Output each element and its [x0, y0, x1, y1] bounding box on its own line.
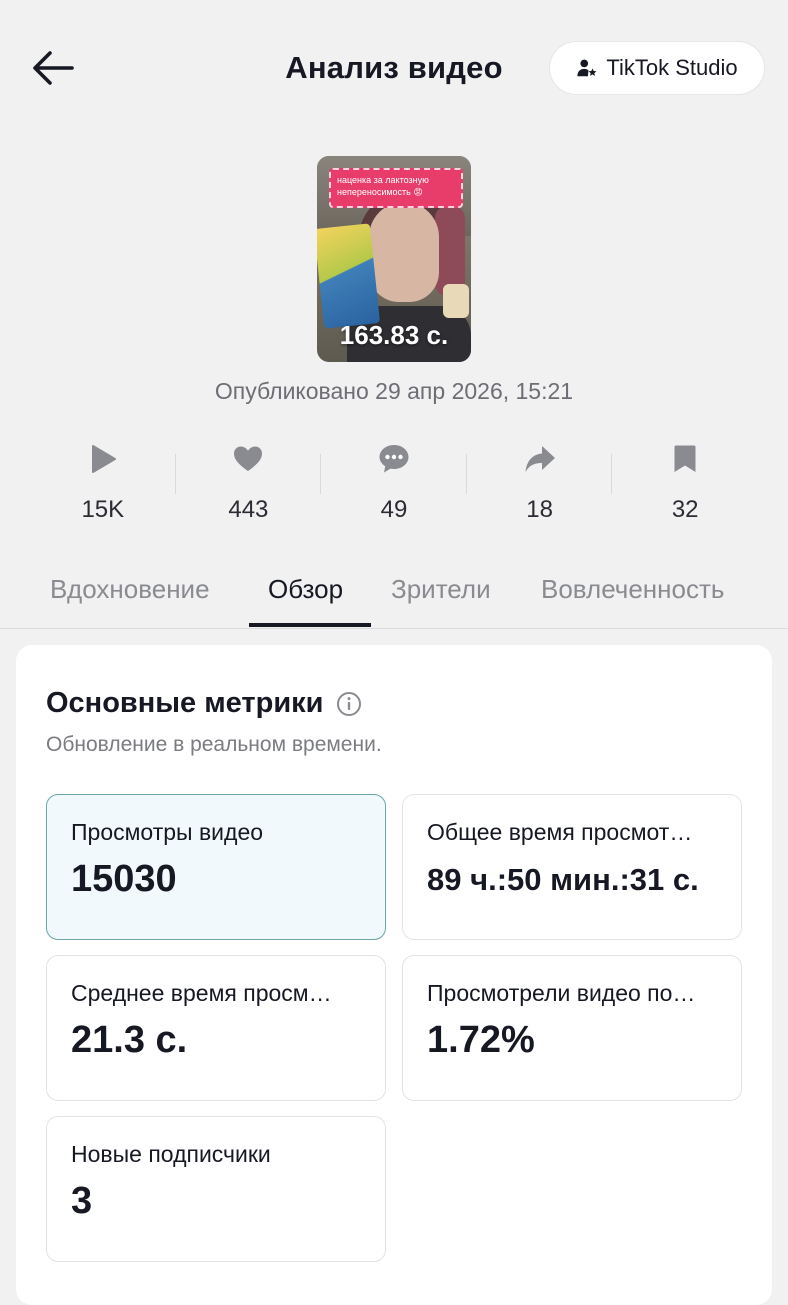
stats-row: 15K 443 49 18 32 [30, 438, 758, 528]
header: Анализ видео TikTok Studio [0, 0, 788, 136]
metric-video-views[interactable]: Просмотры видео 15030 [46, 794, 386, 940]
stat-value: 32 [671, 496, 699, 523]
metric-value: 21.3 с. [71, 1019, 188, 1061]
metric-new-followers[interactable]: Новые подписчики 3 [46, 1116, 386, 1262]
section-subtitle: Обновление в реальном времени. [46, 733, 382, 756]
metric-label: Просмотры видео [71, 819, 264, 845]
bookmark-icon [674, 445, 696, 472]
user-star-icon [577, 59, 597, 77]
stat-shares: 18 [467, 438, 613, 528]
metric-label: Просмотрели видео по… [427, 980, 696, 1006]
stat-comments: 49 [321, 438, 467, 528]
metric-average-watch-time[interactable]: Среднее время просм… 21.3 с. [46, 955, 386, 1101]
stat-saves: 32 [612, 438, 758, 528]
metric-watched-full-video[interactable]: Просмотрели видео по… 1.72% [402, 955, 742, 1101]
tab-inspiration[interactable]: Вдохновение [50, 574, 210, 605]
tiktok-studio-button[interactable]: TikTok Studio [550, 42, 764, 94]
section-title-text: Основные метрики [46, 687, 324, 719]
stat-views: 15K [30, 438, 176, 528]
thumbnail-caption: наценка за лактозную непереносимость 😡 [329, 168, 463, 208]
stat-value: 18 [526, 496, 553, 523]
tab-overview[interactable]: Обзор [268, 574, 343, 605]
metric-label: Общее время просмот… [427, 819, 693, 845]
video-thumbnail[interactable]: наценка за лактозную непереносимость 😡 1… [317, 156, 471, 362]
comment-icon [379, 445, 409, 473]
stat-value: 49 [380, 496, 408, 523]
play-icon [91, 445, 116, 473]
tab-viewers[interactable]: Зрители [391, 574, 491, 605]
tiktok-studio-label: TikTok Studio [606, 55, 738, 80]
metric-value: 1.72% [427, 1019, 535, 1061]
metric-value: 3 [71, 1180, 93, 1222]
info-icon[interactable] [336, 691, 362, 717]
stat-likes: 443 [176, 438, 322, 528]
metric-value: 15030 [71, 858, 177, 900]
product-pack-image [317, 223, 381, 329]
section-title: Основные метрики [46, 687, 362, 720]
tab-engagement[interactable]: Вовлеченность [541, 574, 724, 605]
video-duration: 163.83 с. [339, 320, 449, 350]
heart-icon [234, 446, 263, 471]
metric-value: 89 ч.:50 мин.:31 с. [427, 862, 699, 897]
stat-value: 15K [81, 496, 125, 523]
metric-label: Среднее время просм… [71, 980, 332, 1006]
published-date: Опубликовано 29 апр 2026, 15:21 [214, 378, 574, 404]
stat-value: 443 [228, 496, 269, 523]
active-tab-indicator [249, 623, 371, 627]
key-metrics-card: Основные метрики Обновление в реальном в… [16, 645, 772, 1305]
metric-total-watch-time[interactable]: Общее время просмот… 89 ч.:50 мин.:31 с. [402, 794, 742, 940]
metric-label: Новые подписчики [71, 1141, 271, 1167]
share-icon [525, 446, 555, 472]
tab-bar: Вдохновение Обзор Зрители Вовлеченность [0, 566, 788, 629]
